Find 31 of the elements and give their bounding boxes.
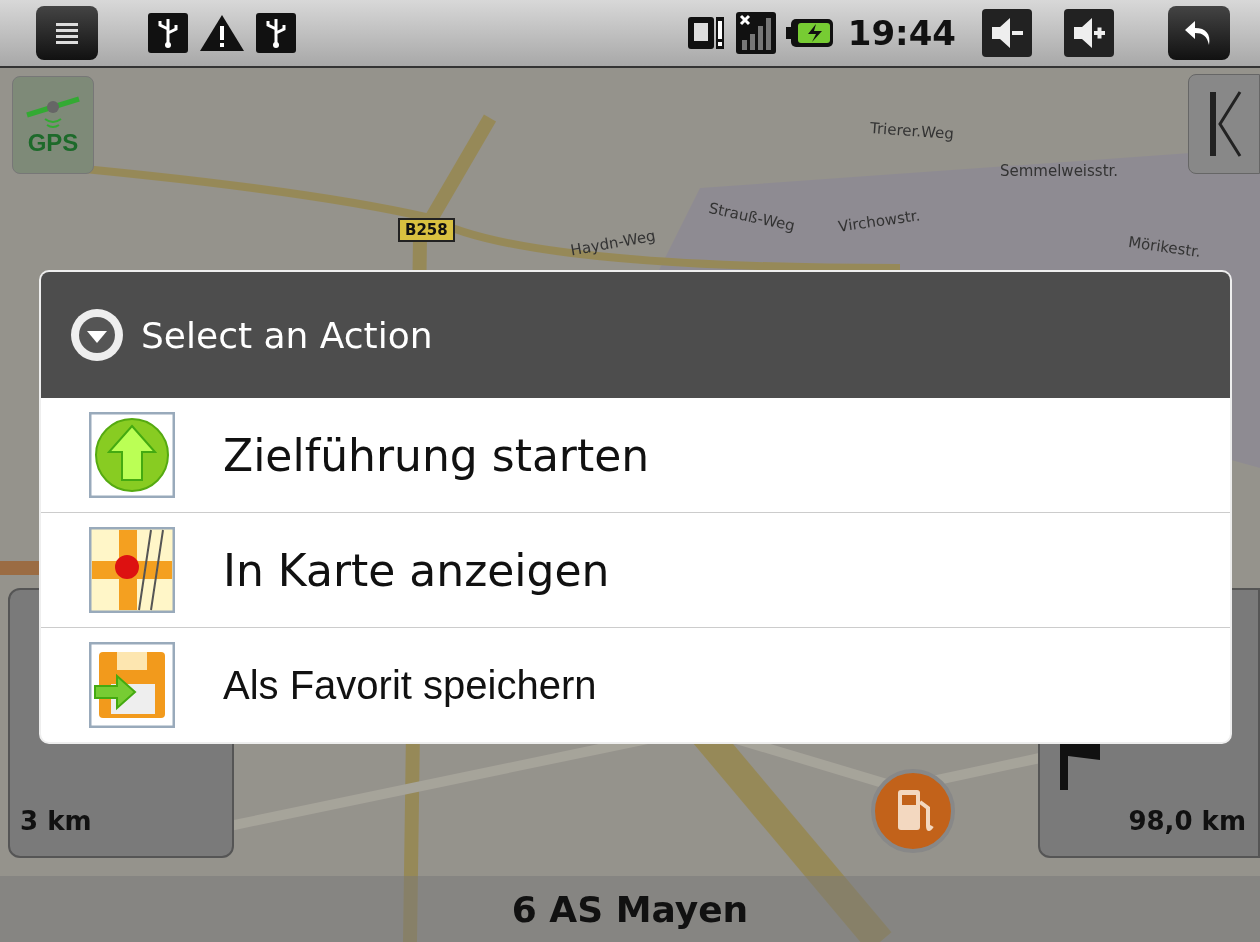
warning-icon [198,13,246,53]
fuel-station-icon [870,768,956,854]
road-number-sign: B258 [398,218,455,242]
distance-text: 3 km [20,806,92,836]
collapse-panel-button[interactable] [1188,74,1260,174]
street-label: Trierer.Weg [869,119,955,143]
next-street-name: 6 AS Mayen [511,888,749,930]
distance-text: 98,0 km [1128,806,1246,836]
usb-icon [256,13,296,53]
action-list-item[interactable]: Zielführung starten [41,398,1230,512]
clock-time: 19:44 [847,13,956,53]
menu-button[interactable] [36,6,98,60]
street-label: Virchowstr. [837,206,922,236]
up-arrow-icon [89,412,175,498]
volume-up-button[interactable] [1064,9,1114,57]
dropdown-circle-icon [69,307,125,363]
usb-icon [148,13,188,53]
street-label: Semmelweisstr. [1000,162,1119,180]
signal-icon [735,12,776,54]
street-label: Haydn-Weg [569,226,657,260]
speaker-minus-icon [989,15,1025,51]
floppy-disk-arrow-icon [89,642,175,728]
battery-charging-icon [785,18,834,48]
action-list-item[interactable]: Als Favorit speichern [41,627,1230,742]
street-label: Mörikestr. [1127,233,1202,261]
map-pin-icon [89,527,175,613]
back-button[interactable] [1168,6,1230,60]
action-list-item[interactable]: In Karte anzeigen [41,512,1230,627]
dialog-title: Select an Action [141,314,433,356]
volume-down-button[interactable] [982,9,1032,57]
speaker-plus-icon [1071,15,1107,51]
